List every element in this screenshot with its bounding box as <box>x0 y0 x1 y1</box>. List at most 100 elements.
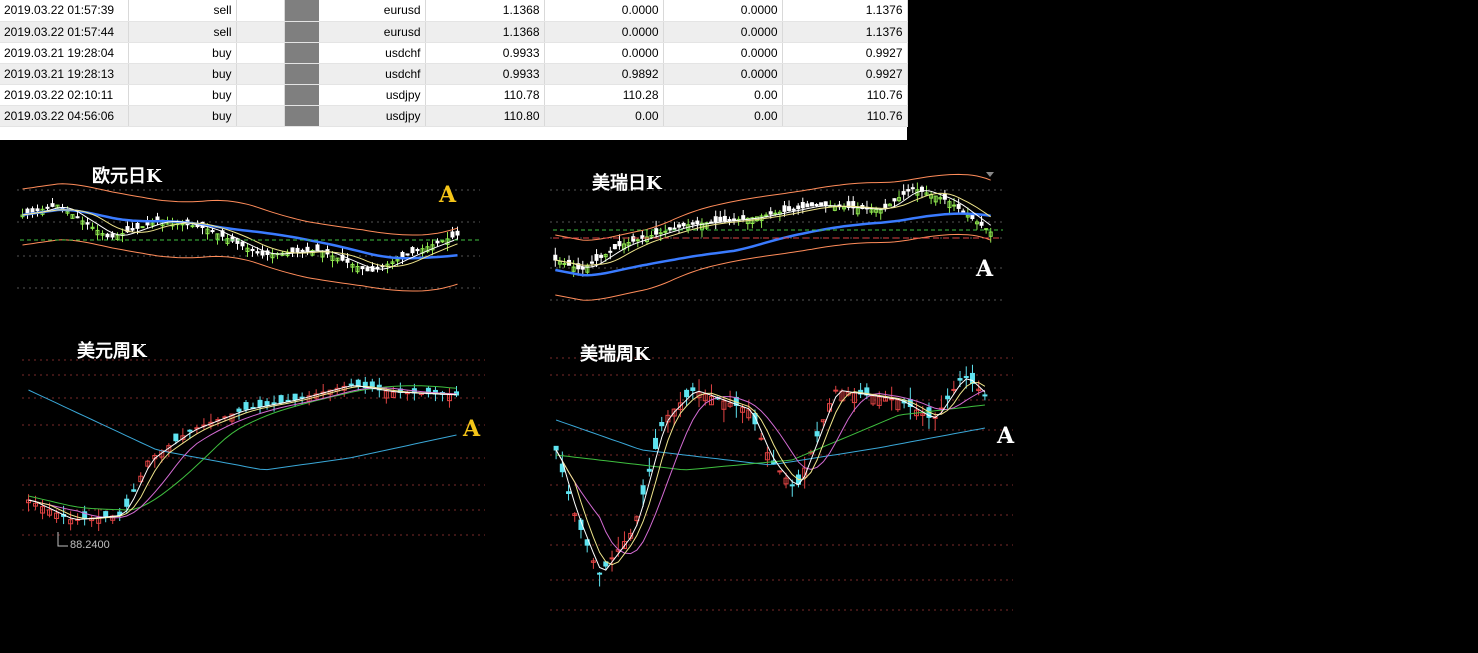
moving-average-price <box>28 385 457 521</box>
candle <box>295 247 300 253</box>
candle <box>758 437 764 440</box>
position-row[interactable]: 2019.03.22 04:56:06 buy usdjpy 110.80 0.00 0.… <box>0 105 908 127</box>
position-sl: 0.9892 <box>544 63 664 85</box>
position-sl: 0.0000 <box>544 21 664 43</box>
moving-average-short2 <box>28 387 457 519</box>
usd-weekly-min-price: 88.2400 <box>70 539 110 551</box>
position-row[interactable]: 2019.03.22 01:57:39 sell eurusd 1.1368 0.000… <box>0 0 908 22</box>
candle <box>597 572 603 575</box>
candle <box>236 408 242 412</box>
eur-daily-chart-canvas <box>17 183 480 292</box>
blank-cell <box>236 63 285 85</box>
candle <box>415 248 420 252</box>
candle <box>455 230 460 236</box>
position-row[interactable]: 2019.03.21 19:28:04 buy usdchf 0.9933 0.0000… <box>0 42 908 64</box>
candle <box>768 211 773 215</box>
candle <box>410 247 415 254</box>
candle <box>800 202 805 209</box>
candle <box>695 220 700 225</box>
candle <box>75 216 80 219</box>
candle <box>722 215 727 222</box>
candle <box>300 249 305 252</box>
eur-daily-chart: 欧元日K A <box>15 160 485 300</box>
position-row[interactable]: 2019.03.21 19:28:13 buy usdchf 0.9933 0.9892… <box>0 63 908 85</box>
candle <box>315 244 320 251</box>
blank-cell <box>236 21 285 43</box>
min-price-pointer <box>57 532 68 547</box>
candle <box>264 401 270 406</box>
candle <box>773 212 778 215</box>
candle <box>956 204 961 209</box>
candle <box>124 498 130 507</box>
candle <box>105 233 110 238</box>
candle <box>727 219 732 222</box>
candle <box>764 214 769 217</box>
candle <box>659 421 665 427</box>
blank-cell <box>236 42 285 64</box>
position-current-price: 0.9927 <box>782 63 908 85</box>
candle <box>255 251 260 254</box>
candle <box>658 232 663 235</box>
candle <box>796 205 801 210</box>
candle <box>140 226 145 229</box>
candle <box>187 429 193 432</box>
position-time: 2019.03.22 01:57:44 <box>0 21 129 43</box>
usd-weekly-marker-a: A <box>463 416 481 442</box>
candle <box>635 239 640 242</box>
position-time: 2019.03.22 04:56:06 <box>0 105 129 127</box>
candle <box>617 241 622 247</box>
candle <box>135 222 140 229</box>
candle <box>952 204 957 207</box>
candle <box>713 216 718 223</box>
candle <box>278 395 284 403</box>
candle <box>103 511 109 518</box>
divider <box>284 63 319 85</box>
candle <box>305 246 310 252</box>
candle <box>190 225 195 228</box>
candle <box>791 208 796 211</box>
candle <box>612 244 617 250</box>
position-current-price: 0.9927 <box>782 42 908 64</box>
candle <box>566 491 572 494</box>
position-price: 0.9933 <box>425 42 545 64</box>
moving-average-fast <box>28 385 457 520</box>
candle <box>677 224 682 228</box>
position-sl: 0.0000 <box>544 42 664 64</box>
candle <box>805 203 810 208</box>
candle <box>594 254 599 261</box>
position-symbol: usdjpy <box>319 105 426 127</box>
position-type: buy <box>128 105 237 127</box>
chf-daily-title: 美瑞日K <box>592 173 662 194</box>
chf-weekly-chart: 美瑞周K A <box>548 330 1018 615</box>
position-type: buy <box>128 63 237 85</box>
position-type: buy <box>128 42 237 64</box>
position-symbol: usdchf <box>319 42 426 64</box>
candle <box>110 233 115 238</box>
candle <box>173 433 179 442</box>
eur-daily-title: 欧元日K <box>92 166 162 187</box>
candle <box>732 218 737 221</box>
divider <box>284 0 319 22</box>
position-type: buy <box>128 84 237 106</box>
candle <box>45 206 50 209</box>
position-current-price: 1.1376 <box>782 21 908 43</box>
candle <box>589 261 594 264</box>
position-row[interactable]: 2019.03.22 02:10:11 buy usdjpy 110.78 110.28… <box>0 84 908 106</box>
candle <box>982 394 988 397</box>
position-time: 2019.03.22 01:57:39 <box>0 0 129 22</box>
candle <box>789 484 795 487</box>
candle <box>823 201 828 207</box>
candle <box>910 187 915 190</box>
chf-daily-chart: 美瑞日K A <box>548 160 1008 305</box>
divider <box>284 42 319 64</box>
candle <box>901 191 906 195</box>
position-row[interactable]: 2019.03.22 01:57:44 sell eurusd 1.1368 0.000… <box>0 21 908 43</box>
candle <box>684 389 690 398</box>
chf-weekly-marker-a: A <box>997 423 1015 449</box>
moving-average-mid <box>555 192 991 266</box>
candle <box>145 222 150 226</box>
candle <box>690 387 696 391</box>
candle <box>130 227 135 231</box>
candle <box>984 228 989 231</box>
candle <box>654 228 659 235</box>
